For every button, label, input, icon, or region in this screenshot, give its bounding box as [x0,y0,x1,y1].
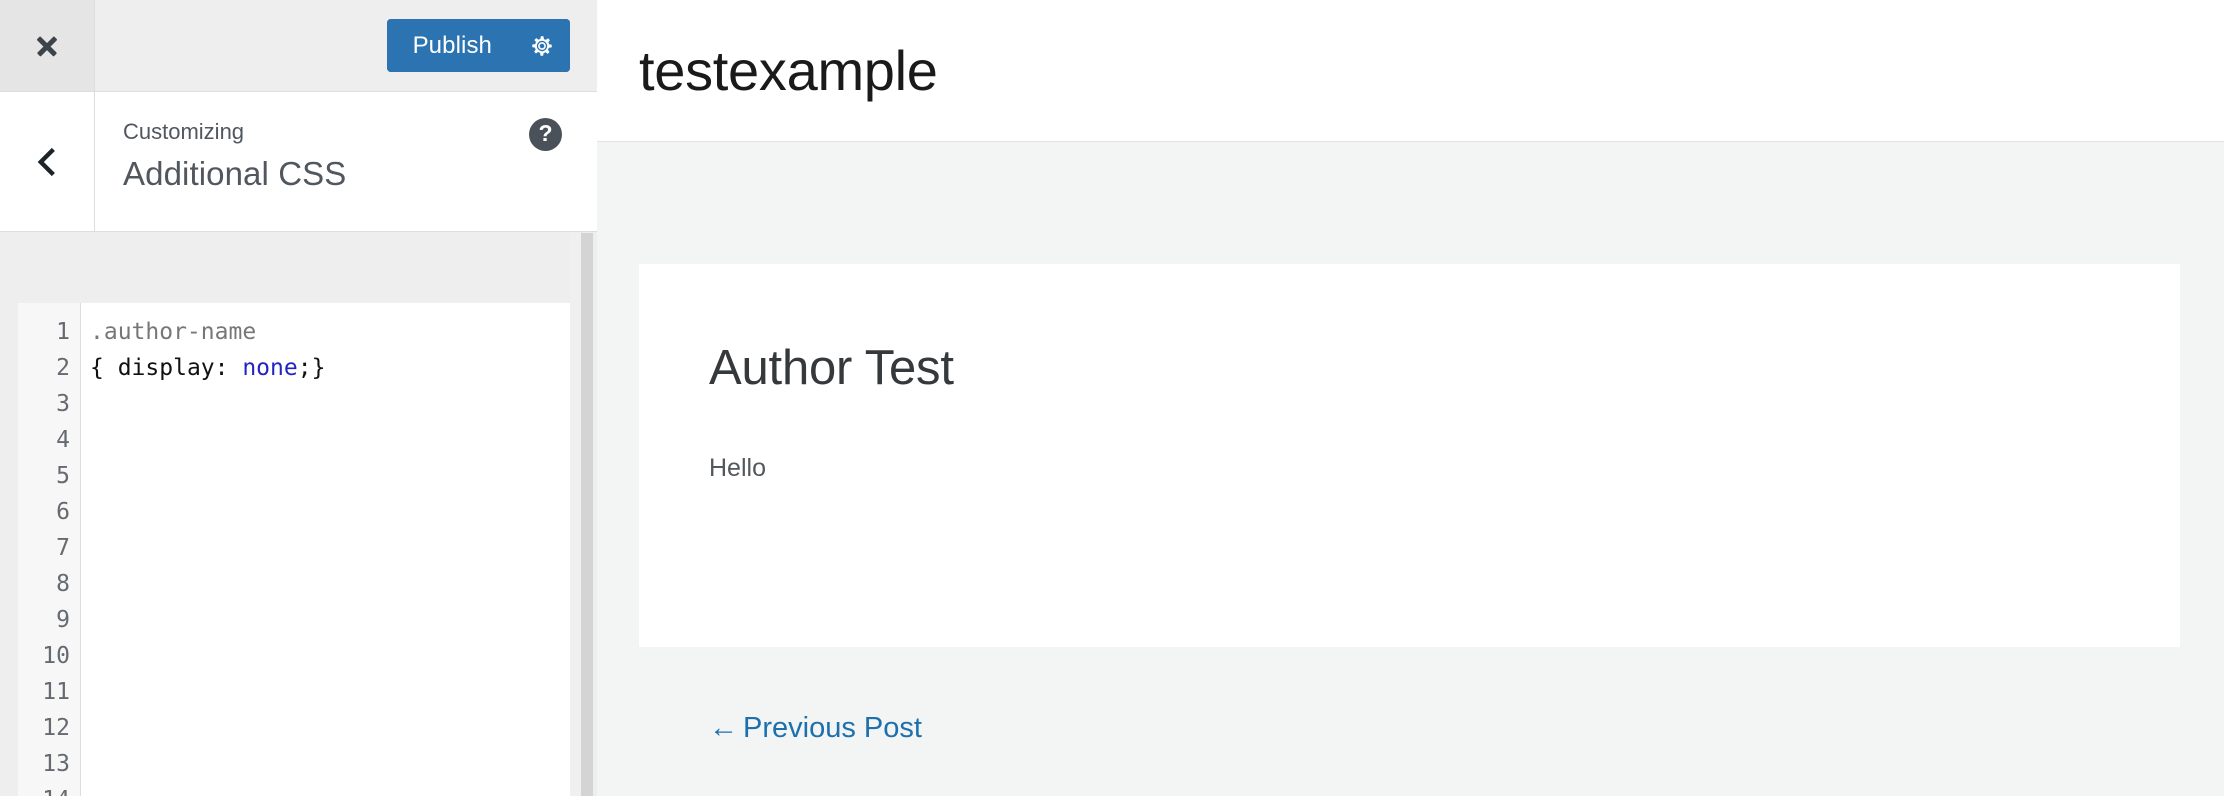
publish-button-group: Publish [386,19,570,72]
preview-body: Author Test Hello ← Previous Post [597,142,2224,795]
site-title[interactable]: testexample [639,42,938,99]
section-titles: Customizing Additional CSS ? [95,92,597,231]
customizing-eyebrow: Customizing [123,119,245,144]
customizer-panel: Publish Customizing Additional CSS ? 1 2… [0,0,597,796]
editor-code-line [90,746,570,782]
editor-code-line: { display: none;} [90,350,570,386]
post-navigation: ← Previous Post [709,712,922,745]
customizer-topbar: Publish [0,0,597,92]
editor-code-line [90,782,570,796]
editor-line-number: 6 [56,499,70,525]
arrow-left-icon: ← [709,712,738,744]
editor-line-number: 4 [56,427,70,453]
editor-line-number: 3 [56,391,70,417]
close-x-icon [32,31,62,61]
editor-code-line [90,566,570,602]
code-token: .author-name [90,319,257,345]
publish-button[interactable]: Publish [386,19,514,72]
editor-code-line [90,386,570,422]
customizer-app: Publish Customizing Additional CSS ? 1 2… [0,0,2224,796]
editor-line-number: 7 [56,535,70,561]
close-customizer-button[interactable] [0,0,95,91]
editor-code-line [90,422,570,458]
customizer-section-header: Customizing Additional CSS ? [0,92,597,232]
additional-css-editor[interactable]: 1234567891011121314 .author-name{ displa… [18,303,570,796]
editor-code-line [90,530,570,566]
editor-code-area[interactable]: .author-name { display: none;} [81,303,570,796]
editor-line-number: 14 [18,782,80,796]
editor-line-number: 12 [42,715,70,741]
editor-line-number-gutter: 1234567891011121314 [18,303,81,796]
post-card: Author Test Hello [639,264,2180,647]
site-header: testexample [597,0,2224,142]
panel-scrollbar[interactable] [570,233,593,796]
code-token: ;} [297,355,326,381]
editor-line-number: 13 [42,751,70,777]
page-title: Additional CSS [123,154,347,192]
editor-code-line [90,458,570,494]
editor-line-number: 1 [56,319,70,345]
previous-post-label: Previous Post [743,712,922,744]
editor-line-number: 9 [56,607,70,633]
editor-code-line [90,602,570,638]
code-token: none [242,355,298,381]
editor-line-number: 5 [56,463,70,489]
editor-code-line [90,494,570,530]
code-token: { [90,355,118,381]
editor-line-number: 2 [56,355,70,381]
gear-icon [529,33,555,59]
code-token: display: [117,355,243,381]
question-mark-circle-icon: ? [538,120,553,146]
back-button[interactable] [0,92,95,231]
editor-line-number: 11 [42,679,70,705]
publish-settings-button[interactable] [514,19,570,72]
post-excerpt: Hello [709,454,766,483]
previous-post-link[interactable]: ← Previous Post [709,712,922,745]
editor-code-line [90,674,570,710]
editor-code-line: .author-name [90,314,570,350]
editor-code-line [90,710,570,746]
site-preview: testexample Author Test Hello ← Previous … [597,0,2224,796]
panel-scrollbar-thumb[interactable] [581,233,593,796]
editor-line-number: 8 [56,571,70,597]
editor-code-line [90,638,570,674]
panel-spacer [0,232,597,303]
editor-line-number: 10 [42,643,70,669]
chevron-left-icon [30,145,64,179]
post-title[interactable]: Author Test [709,340,2110,396]
help-button[interactable]: ? [529,118,562,151]
topbar-actions: Publish [95,0,597,91]
